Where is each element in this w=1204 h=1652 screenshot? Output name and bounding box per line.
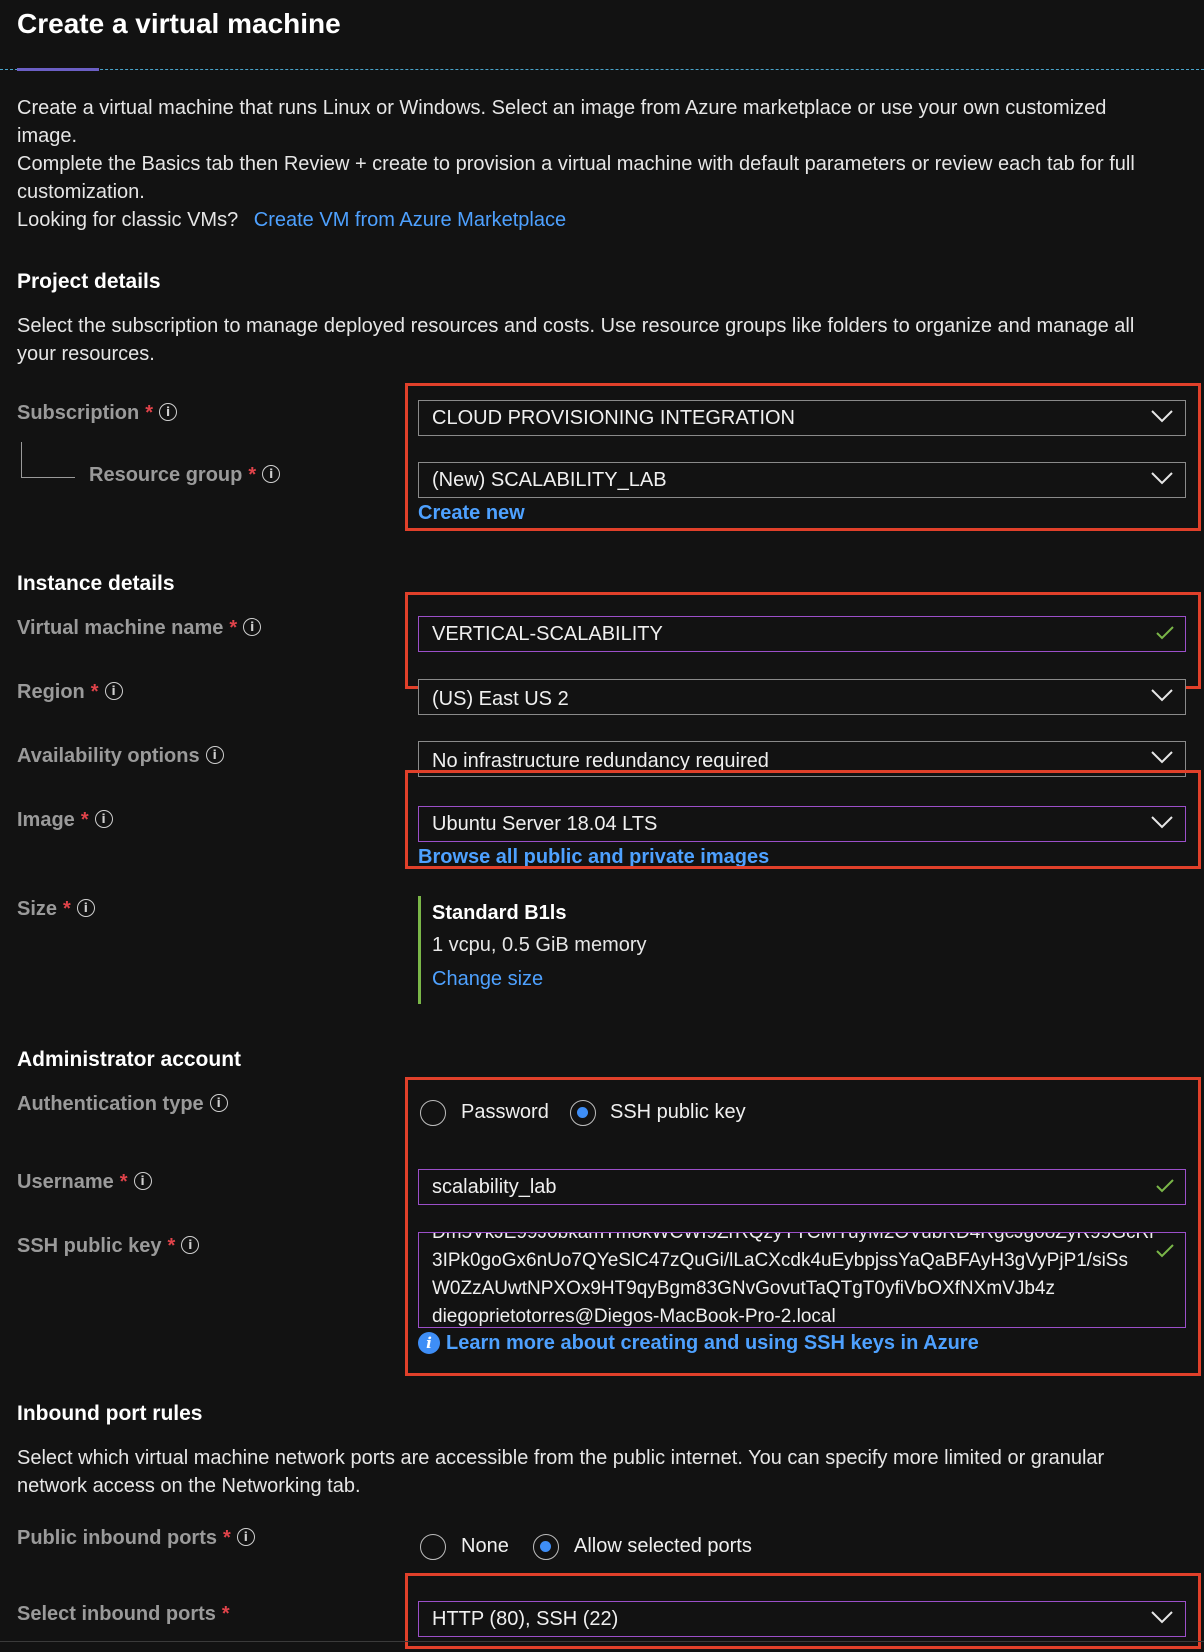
required-marker: * xyxy=(229,617,238,639)
highlight-box xyxy=(405,383,1201,531)
region-label-text: Region xyxy=(17,681,85,703)
info-icon[interactable]: i xyxy=(133,1171,152,1190)
size-label: Size * i xyxy=(17,898,95,921)
public-inbound-ports-label: Public inbound ports * i xyxy=(17,1527,255,1550)
create-vm-marketplace-link[interactable]: Create VM from Azure Marketplace xyxy=(254,209,566,231)
intro-text: Create a virtual machine that runs Linux… xyxy=(17,94,1135,234)
instance-details-heading: Instance details xyxy=(17,572,175,595)
availability-options-label: Availability options i xyxy=(17,745,224,768)
size-spec: 1 vcpu, 0.5 GiB memory xyxy=(432,934,647,956)
chevron-down-icon xyxy=(1151,689,1173,702)
required-marker: * xyxy=(167,1235,176,1257)
image-label-text: Image xyxy=(17,809,75,831)
resource-group-label: Resource group * i xyxy=(89,464,281,487)
inbound-port-rules-description: Select which virtual machine network por… xyxy=(17,1444,1104,1500)
inbound-desc-line-1: Select which virtual machine network por… xyxy=(17,1447,1105,1469)
info-icon[interactable]: i xyxy=(104,681,123,700)
required-marker: * xyxy=(248,464,257,486)
intro-line-2b: customization. xyxy=(17,181,145,203)
inbound-port-rules-heading: Inbound port rules xyxy=(17,1402,203,1425)
region-dropdown[interactable]: (US) East US 2 xyxy=(418,679,1186,715)
required-marker: * xyxy=(119,1171,128,1193)
allow-selected-ports-radio-label[interactable]: Allow selected ports xyxy=(574,1535,752,1558)
tree-connector xyxy=(21,442,22,478)
required-marker: * xyxy=(90,681,99,703)
public-inbound-label-text: Public inbound ports xyxy=(17,1527,217,1549)
info-icon[interactable]: i xyxy=(262,464,281,483)
tab-divider xyxy=(0,69,1204,70)
availability-label-text: Availability options xyxy=(17,745,200,767)
username-label-text: Username xyxy=(17,1171,114,1193)
select-inbound-label-text: Select inbound ports xyxy=(17,1603,216,1625)
required-marker: * xyxy=(63,898,71,920)
info-icon[interactable]: i xyxy=(159,402,178,421)
info-icon[interactable]: i xyxy=(209,1093,228,1112)
resource-group-label-text: Resource group xyxy=(89,464,243,486)
intro-line-1: Create a virtual machine that runs Linux… xyxy=(17,97,1107,119)
highlight-box xyxy=(405,770,1201,869)
info-icon[interactable]: i xyxy=(243,617,262,636)
required-marker: * xyxy=(80,809,89,831)
tree-connector xyxy=(21,477,75,478)
size-label-text: Size xyxy=(17,898,58,920)
chevron-down-icon xyxy=(1151,751,1173,764)
intro-line-1b: image. xyxy=(17,125,78,147)
auth-label-text: Authentication type xyxy=(17,1093,204,1115)
availability-value: No infrastructure redundancy required xyxy=(432,750,769,772)
required-marker: * xyxy=(221,1603,230,1625)
bottom-divider xyxy=(0,1641,1204,1642)
info-icon[interactable]: i xyxy=(236,1527,255,1546)
highlight-box xyxy=(405,1573,1201,1649)
region-value: (US) East US 2 xyxy=(432,688,569,710)
info-icon[interactable]: i xyxy=(205,745,224,764)
subscription-label: Subscription * i xyxy=(17,402,178,425)
subscription-label-text: Subscription xyxy=(17,402,140,424)
vm-name-label: Virtual machine name * i xyxy=(17,617,262,640)
vm-name-label-text: Virtual machine name xyxy=(17,617,224,639)
page-title: Create a virtual machine xyxy=(17,8,341,39)
size-name: Standard B1ls xyxy=(432,902,567,924)
inbound-desc-line-2: network access on the Networking tab. xyxy=(17,1475,361,1497)
info-icon[interactable]: i xyxy=(76,898,95,917)
size-accent-bar xyxy=(418,896,421,1004)
active-tab-indicator xyxy=(17,68,99,71)
info-icon[interactable]: i xyxy=(181,1235,200,1254)
authentication-type-label: Authentication type i xyxy=(17,1093,228,1116)
change-size-link[interactable]: Change size xyxy=(432,968,543,991)
ssh-label-text: SSH public key xyxy=(17,1235,162,1257)
select-inbound-ports-label: Select inbound ports * xyxy=(17,1603,230,1626)
project-desc-line-2: your resources. xyxy=(17,343,155,365)
username-label: Username * i xyxy=(17,1171,152,1194)
highlight-box xyxy=(405,1077,1201,1376)
region-label: Region * i xyxy=(17,681,123,704)
administrator-account-heading: Administrator account xyxy=(17,1048,242,1071)
intro-line-2: Complete the Basics tab then Review + cr… xyxy=(17,153,1135,175)
classic-vms-prompt: Looking for classic VMs? xyxy=(17,209,239,231)
info-icon[interactable]: i xyxy=(94,809,113,828)
project-details-heading: Project details xyxy=(17,270,161,293)
project-details-description: Select the subscription to manage deploy… xyxy=(17,312,1134,368)
ssh-public-key-label: SSH public key * i xyxy=(17,1235,200,1258)
project-desc-line-1: Select the subscription to manage deploy… xyxy=(17,315,1135,337)
none-radio[interactable] xyxy=(420,1534,446,1560)
required-marker: * xyxy=(222,1527,231,1549)
none-radio-label[interactable]: None xyxy=(461,1535,509,1558)
required-marker: * xyxy=(145,402,154,424)
allow-selected-ports-radio[interactable] xyxy=(533,1534,559,1560)
image-label: Image * i xyxy=(17,809,113,832)
highlight-box xyxy=(405,592,1201,689)
